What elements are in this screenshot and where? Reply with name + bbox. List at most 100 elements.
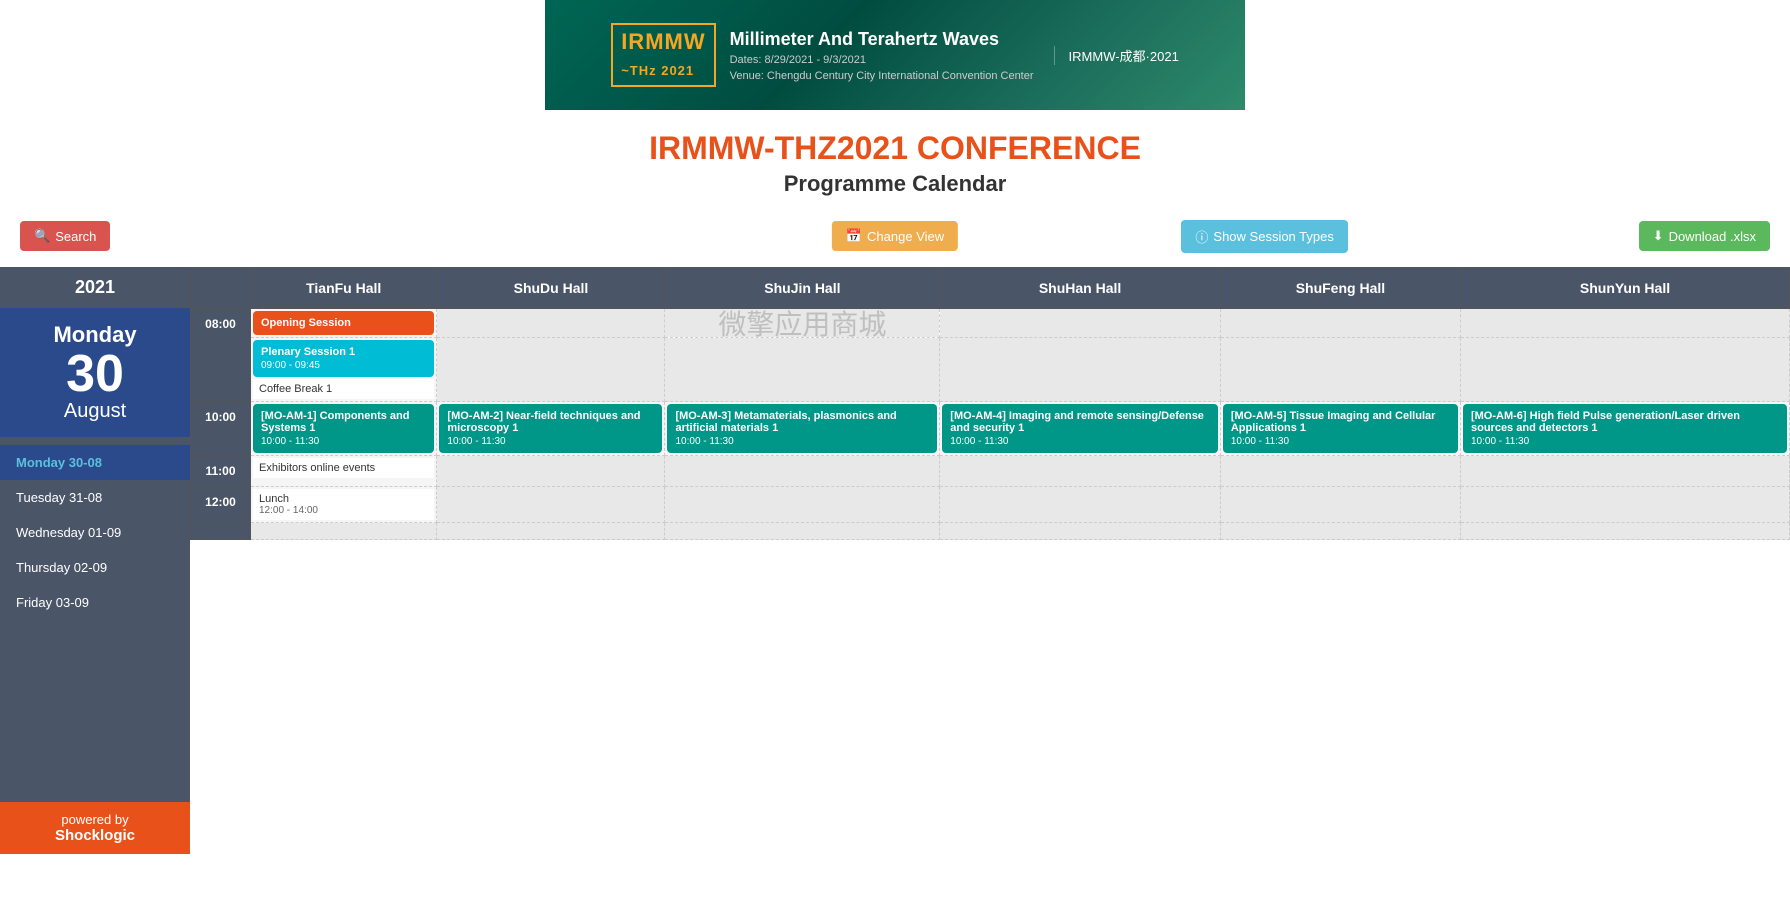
mo-am-3-title: [MO-AM-3] Metamaterials, plasmonics and … bbox=[675, 410, 929, 434]
cell-1000-tianfu: [MO-AM-1] Components and Systems 1 10:00… bbox=[251, 402, 437, 456]
sidebar-day-wednesday[interactable]: Wednesday 01-09 bbox=[0, 515, 190, 550]
coffee-break1-block[interactable]: Coffee Break 1 bbox=[253, 379, 434, 399]
plenary1-title: Plenary Session 1 bbox=[261, 346, 426, 358]
change-view-label: Change View bbox=[867, 229, 944, 244]
cell-0900-shudu bbox=[437, 338, 665, 402]
cell-1000-shudu: [MO-AM-2] Near-field techniques and micr… bbox=[437, 402, 665, 456]
sidebar-day-tuesday[interactable]: Tuesday 31-08 bbox=[0, 480, 190, 515]
cell-1000-shufeng: [MO-AM-5] Tissue Imaging and Cellular Ap… bbox=[1220, 402, 1460, 456]
search-button[interactable]: 🔍 Search bbox=[20, 221, 110, 251]
table-row: 08:00 Opening Session 微擎应用商城 bbox=[191, 309, 1790, 338]
conference-title: IRMMW-THZ2021 CONFERENCE bbox=[0, 130, 1790, 167]
cell-extra-3 bbox=[665, 523, 940, 540]
cell-0900-shunyun bbox=[1460, 338, 1789, 402]
cell-1000-shunyun: [MO-AM-6] High field Pulse generation/La… bbox=[1460, 402, 1789, 456]
table-row: 12:00 Lunch 12:00 - 14:00 bbox=[191, 487, 1790, 523]
col-header-shuhan: ShuHan Hall bbox=[940, 268, 1221, 309]
cell-1100-shufeng bbox=[1220, 456, 1460, 487]
time-extra bbox=[191, 523, 251, 540]
table-row: 10:00 [MO-AM-1] Components and Systems 1… bbox=[191, 402, 1790, 456]
search-label: Search bbox=[55, 229, 96, 244]
cell-extra-6 bbox=[1460, 523, 1789, 540]
info-icon: ⓘ bbox=[1195, 227, 1208, 246]
sidebar-date-block: Monday 30 August bbox=[0, 308, 190, 437]
conference-name: Millimeter And Terahertz Waves bbox=[730, 29, 999, 50]
show-session-button[interactable]: ⓘ Show Session Types bbox=[1181, 220, 1347, 253]
calendar-area[interactable]: TianFu Hall ShuDu Hall ShuJin Hall ShuHa… bbox=[190, 267, 1790, 854]
sidebar-day-num: 30 bbox=[10, 348, 180, 400]
lunch-block[interactable]: Lunch 12:00 - 14:00 bbox=[253, 489, 434, 520]
sidebar-day-monday[interactable]: Monday 30-08 bbox=[0, 445, 190, 480]
cell-1200-shudu bbox=[437, 487, 665, 523]
col-header-time bbox=[191, 268, 251, 309]
cell-extra-4 bbox=[940, 523, 1221, 540]
cell-1100-shudu bbox=[437, 456, 665, 487]
lunch-title: Lunch bbox=[259, 493, 428, 505]
sidebar: 2021 Monday 30 August Monday 30-08 Tuesd… bbox=[0, 267, 190, 854]
opening-session-block[interactable]: Opening Session bbox=[253, 311, 434, 335]
mo-am-3-block[interactable]: [MO-AM-3] Metamaterials, plasmonics and … bbox=[667, 404, 937, 453]
main-layout: 2021 Monday 30 August Monday 30-08 Tuesd… bbox=[0, 267, 1790, 854]
conference-logo: IRMMW~THz 2021 bbox=[611, 23, 715, 87]
plenary1-time: 09:00 - 09:45 bbox=[261, 360, 426, 371]
sidebar-month: August bbox=[10, 400, 180, 423]
mo-am-6-title: [MO-AM-6] High field Pulse generation/La… bbox=[1471, 410, 1779, 434]
change-view-button[interactable]: 📅 Change View bbox=[832, 221, 958, 251]
cell-0800-shudu bbox=[437, 309, 665, 338]
conference-banner: IRMMW~THz 2021 Millimeter And Terahertz … bbox=[545, 0, 1245, 110]
conference-venue: Venue: Chengdu Century City Internationa… bbox=[730, 70, 1034, 82]
mo-am-1-block[interactable]: [MO-AM-1] Components and Systems 1 10:00… bbox=[253, 404, 434, 453]
cell-0800-tianfu: Opening Session bbox=[251, 309, 437, 338]
cell-0900-shufeng bbox=[1220, 338, 1460, 402]
exhibitors-block[interactable]: Exhibitors online events bbox=[253, 458, 434, 478]
time-1000: 10:00 bbox=[191, 402, 251, 456]
mo-am-2-time: 10:00 - 11:30 bbox=[447, 436, 654, 447]
lunch-time: 12:00 - 14:00 bbox=[259, 505, 428, 516]
col-header-shunyun: ShunYun Hall bbox=[1460, 268, 1789, 309]
coffee-break1-title: Coffee Break 1 bbox=[259, 383, 332, 395]
table-row: Plenary Session 1 09:00 - 09:45 Coffee B… bbox=[191, 338, 1790, 402]
cell-1100-shunyun bbox=[1460, 456, 1789, 487]
cell-1100-shujin bbox=[665, 456, 940, 487]
show-session-label: Show Session Types bbox=[1213, 229, 1333, 244]
conference-dates: Dates: 8/29/2021 - 9/3/2021 bbox=[730, 54, 866, 66]
table-row: 11:00 Exhibitors online events bbox=[191, 456, 1790, 487]
mo-am-2-block[interactable]: [MO-AM-2] Near-field techniques and micr… bbox=[439, 404, 662, 453]
sidebar-footer: powered by Shocklogic bbox=[0, 802, 190, 854]
download-icon: ⬇ bbox=[1653, 228, 1664, 244]
irmmw-badge: IRMMW-成都·2021 bbox=[1054, 46, 1179, 65]
calendar-icon: 📅 bbox=[846, 228, 862, 244]
exhibitors-title: Exhibitors online events bbox=[259, 462, 375, 474]
cell-extra-5 bbox=[1220, 523, 1460, 540]
mo-am-6-block[interactable]: [MO-AM-6] High field Pulse generation/La… bbox=[1463, 404, 1787, 453]
col-header-shudu: ShuDu Hall bbox=[437, 268, 665, 309]
cell-0800-shuhan bbox=[940, 309, 1221, 338]
mo-am-1-title: [MO-AM-1] Components and Systems 1 bbox=[261, 410, 426, 434]
time-1100: 11:00 bbox=[191, 456, 251, 487]
col-header-shufeng: ShuFeng Hall bbox=[1220, 268, 1460, 309]
cell-1200-shuhan bbox=[940, 487, 1221, 523]
programme-subtitle: Programme Calendar bbox=[0, 171, 1790, 197]
cell-1200-shufeng bbox=[1220, 487, 1460, 523]
sidebar-day-friday[interactable]: Friday 03-09 bbox=[0, 585, 190, 620]
mo-am-5-block[interactable]: [MO-AM-5] Tissue Imaging and Cellular Ap… bbox=[1223, 404, 1458, 453]
cell-0900-shujin bbox=[665, 338, 940, 402]
time-0800: 08:00 bbox=[191, 309, 251, 402]
toolbar: 🔍 Search 📅 Change View ⓘ Show Session Ty… bbox=[0, 213, 1790, 259]
cell-extra-1 bbox=[251, 523, 437, 540]
mo-am-3-time: 10:00 - 11:30 bbox=[675, 436, 929, 447]
mo-am-6-time: 10:00 - 11:30 bbox=[1471, 436, 1779, 447]
mo-am-2-title: [MO-AM-2] Near-field techniques and micr… bbox=[447, 410, 654, 434]
sidebar-days: Monday 30-08 Tuesday 31-08 Wednesday 01-… bbox=[0, 437, 190, 802]
mo-am-4-block[interactable]: [MO-AM-4] Imaging and remote sensing/Def… bbox=[942, 404, 1218, 453]
mo-am-1-time: 10:00 - 11:30 bbox=[261, 436, 426, 447]
mo-am-4-title: [MO-AM-4] Imaging and remote sensing/Def… bbox=[950, 410, 1210, 434]
mo-am-5-time: 10:00 - 11:30 bbox=[1231, 436, 1450, 447]
table-row bbox=[191, 523, 1790, 540]
sidebar-year: 2021 bbox=[0, 267, 190, 308]
cell-extra-2 bbox=[437, 523, 665, 540]
plenary1-block[interactable]: Plenary Session 1 09:00 - 09:45 bbox=[253, 340, 434, 377]
download-button[interactable]: ⬇ Download .xlsx bbox=[1639, 221, 1770, 251]
sidebar-day-thursday[interactable]: Thursday 02-09 bbox=[0, 550, 190, 585]
search-icon: 🔍 bbox=[34, 228, 50, 244]
